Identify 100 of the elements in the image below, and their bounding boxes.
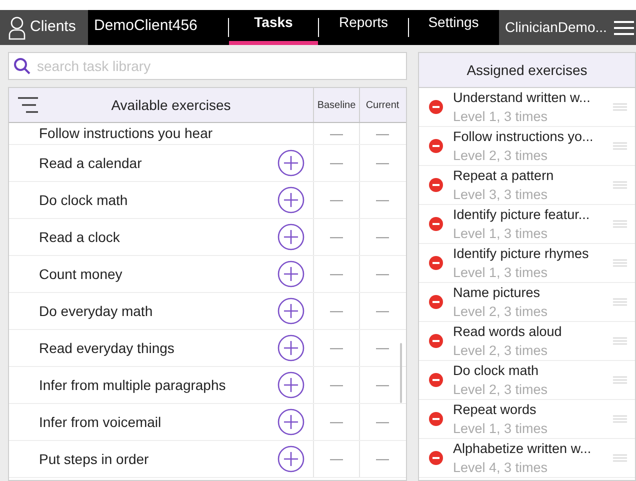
exercise-name: Understand written w...: [453, 89, 592, 107]
exercise-name: Read words aloud: [453, 323, 563, 341]
column-header: Current: [359, 88, 405, 122]
drag-handle-icon[interactable]: [613, 142, 627, 150]
exercise-name: Follow instructions you hear: [38, 124, 214, 143]
search-field[interactable]: search task library: [8, 52, 407, 80]
drag-handle-icon[interactable]: [613, 220, 627, 228]
exercise-detail: Level 1, 3 times: [453, 225, 549, 243]
baseline-value: —: [313, 293, 359, 329]
plus-circle-icon[interactable]: [277, 260, 305, 288]
remove-icon[interactable]: [429, 451, 443, 465]
exercise-name: Repeat words: [453, 401, 538, 419]
exercise-name: Do clock math: [38, 190, 129, 210]
exercise-detail: Level 3, 3 times: [453, 186, 549, 204]
drag-handle-icon[interactable]: [613, 181, 627, 189]
person-icon: [8, 16, 26, 40]
current-value: —: [359, 293, 405, 329]
baseline-value: —: [313, 441, 359, 477]
remove-icon[interactable]: [429, 139, 443, 153]
exercise-name: Read a clock: [38, 228, 121, 246]
plus-circle-icon[interactable]: [277, 334, 305, 362]
plus-circle-icon[interactable]: [277, 408, 305, 436]
exercise-name: Read everyday things: [38, 338, 176, 358]
baseline-value: —: [313, 330, 359, 366]
exercise-detail: Level 2, 3 times: [453, 147, 549, 165]
drag-handle-icon[interactable]: [613, 337, 627, 345]
exercise-name: Count money: [38, 264, 124, 284]
assigned-item[interactable]: Follow instructions yo... Level 2, 3 times: [419, 127, 635, 166]
exercise-name: Read a calendar: [38, 154, 143, 172]
exercise-name: Name pictures: [453, 284, 542, 302]
remove-icon[interactable]: [429, 217, 443, 231]
sort-icon[interactable]: [17, 96, 39, 114]
remove-icon[interactable]: [429, 412, 443, 426]
table-title: Available exercises: [110, 96, 232, 114]
assigned-item[interactable]: Repeat words Level 1, 3 times: [419, 400, 635, 439]
current-value: —: [359, 182, 405, 218]
column-header: Baseline: [313, 88, 359, 122]
current-value: —: [359, 256, 405, 292]
drag-handle-icon[interactable]: [613, 103, 627, 111]
exercise-detail: Level 4, 3 times: [453, 459, 549, 477]
plus-circle-icon[interactable]: [277, 149, 305, 177]
exercise-name: Follow instructions yo...: [453, 128, 594, 146]
exercise-name: Identify picture rhymes: [453, 245, 590, 263]
baseline-value: —: [313, 182, 359, 218]
remove-icon[interactable]: [429, 256, 443, 270]
assigned-item[interactable]: Identify picture featur... Level 1, 3 times: [419, 205, 635, 244]
exercise-detail: Level 1, 3 times: [453, 108, 549, 126]
current-value: —: [359, 404, 405, 440]
plus-circle-icon[interactable]: [277, 186, 305, 214]
exercise-name: Identify picture featur...: [453, 206, 591, 224]
remove-icon[interactable]: [429, 334, 443, 348]
assigned-item[interactable]: Name pictures Level 2, 3 times: [419, 283, 635, 322]
drag-handle-icon[interactable]: [613, 454, 627, 462]
assigned-item[interactable]: Understand written w... Level 1, 3 times: [419, 88, 635, 127]
baseline-value: —: [313, 219, 359, 255]
current-value: —: [359, 219, 405, 255]
exercise-name: Repeat a pattern: [453, 167, 555, 185]
exercise-detail: Level 1, 3 times: [453, 264, 549, 282]
drag-handle-icon[interactable]: [613, 415, 627, 423]
plus-circle-icon[interactable]: [277, 371, 305, 399]
baseline-value: —: [313, 256, 359, 292]
exercise-name: Do everyday math: [38, 302, 154, 321]
panel-title: Assigned exercises: [419, 53, 635, 88]
baseline-value: —: [313, 404, 359, 440]
drag-handle-icon[interactable]: [613, 298, 627, 306]
exercise-name: Infer from voicemail: [38, 412, 162, 432]
clients-button[interactable]: Clients: [0, 10, 88, 45]
current-value: —: [359, 123, 405, 144]
drag-handle-icon[interactable]: [613, 376, 627, 384]
exercise-name: Infer from multiple paragraphs: [38, 376, 227, 395]
nav-tab[interactable]: Reports: [319, 10, 408, 45]
assigned-item[interactable]: Identify picture rhymes Level 1, 3 times: [419, 244, 635, 283]
assigned-item[interactable]: Alphabetize written w... Level 4, 3 times: [419, 439, 635, 478]
exercise-name: Do clock math: [453, 362, 540, 380]
assigned-item[interactable]: Do clock math Level 2, 3 times: [419, 361, 635, 400]
remove-icon[interactable]: [429, 373, 443, 387]
assigned-item[interactable]: Read words aloud Level 2, 3 times: [419, 322, 635, 361]
nav-tab[interactable]: Settings: [409, 10, 498, 45]
baseline-value: —: [313, 123, 359, 144]
exercise-detail: Level 2, 3 times: [453, 381, 549, 399]
plus-circle-icon[interactable]: [277, 223, 305, 251]
remove-icon[interactable]: [429, 100, 443, 114]
plus-circle-icon[interactable]: [277, 445, 305, 473]
current-value: —: [359, 145, 405, 181]
exercise-detail: Level 2, 3 times: [453, 303, 549, 321]
menu-icon[interactable]: [612, 20, 635, 36]
scrollbar[interactable]: [400, 343, 402, 403]
exercise-detail: Level 2, 3 times: [453, 342, 549, 360]
remove-icon[interactable]: [429, 178, 443, 192]
exercise-name: Put steps in order: [38, 450, 150, 469]
current-value: —: [359, 441, 405, 477]
plus-circle-icon[interactable]: [277, 297, 305, 325]
baseline-value: —: [313, 367, 359, 403]
exercise-detail: Level 1, 3 times: [453, 420, 549, 438]
drag-handle-icon[interactable]: [613, 259, 627, 267]
exercise-name: Alphabetize written w...: [453, 440, 592, 458]
assigned-item[interactable]: Repeat a pattern Level 3, 3 times: [419, 166, 635, 205]
user-menu[interactable]: ClinicianDemo...: [499, 10, 636, 45]
client-name: DemoClient456: [93, 16, 198, 36]
remove-icon[interactable]: [429, 295, 443, 309]
